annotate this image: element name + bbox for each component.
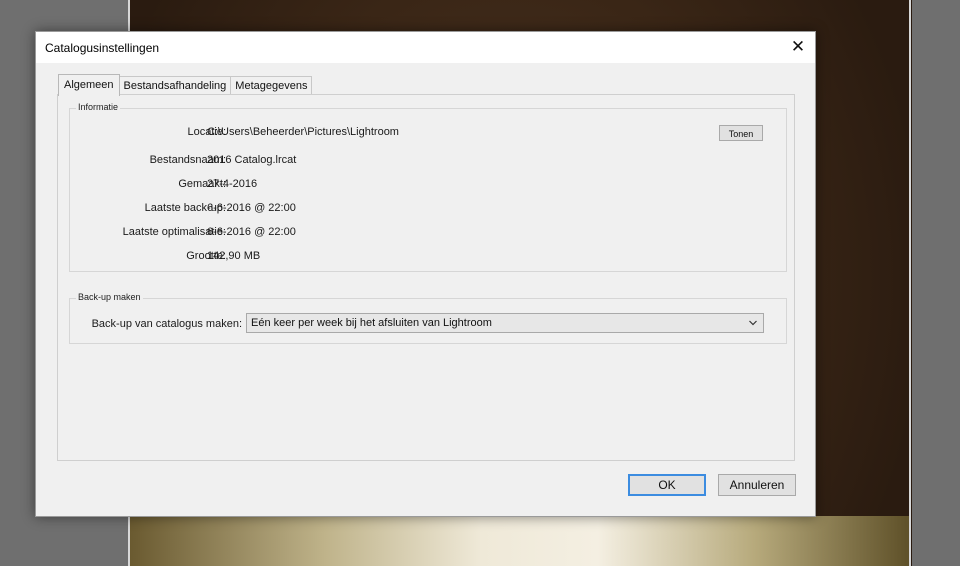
- backup-frequency-value: Eén keer per week bij het afsluiten van …: [251, 317, 492, 329]
- last-optimization-value: 6-6-2016 @ 22:00: [207, 226, 296, 238]
- chevron-down-icon: [749, 320, 757, 326]
- close-icon: ✕: [790, 37, 806, 56]
- dialog-titlebar: Catalogusinstellingen ✕: [36, 32, 815, 63]
- cancel-button[interactable]: Annuleren: [718, 474, 796, 496]
- location-value: C:\Users\Beheerder\Pictures\Lightroom: [207, 126, 399, 138]
- info-row-location: Locatie: C:\Users\Beheerder\Pictures\Lig…: [70, 125, 770, 139]
- backup-frequency-label: Back-up van catalogus maken:: [91, 318, 242, 330]
- info-row-created: Gemaakt: 27-4-2016: [70, 177, 770, 191]
- information-group-label: Informatie: [76, 102, 121, 112]
- tab-file-handling[interactable]: Bestandsafhandeling: [118, 76, 232, 95]
- info-row-filename: Bestandsnaam: 2016 Catalog.lrcat: [70, 153, 770, 167]
- photo-frame-right: [909, 0, 911, 566]
- tab-general[interactable]: Algemeen: [58, 74, 120, 96]
- dialog-title: Catalogusinstellingen: [45, 41, 160, 55]
- info-row-last-backup: Laatste back-up: 6-6-2016 @ 22:00: [70, 201, 770, 215]
- created-value: 27-4-2016: [207, 178, 258, 190]
- close-button[interactable]: ✕: [781, 32, 815, 62]
- last-backup-value: 6-6-2016 @ 22:00: [207, 202, 296, 214]
- ok-button[interactable]: OK: [628, 474, 706, 496]
- show-location-button[interactable]: Tonen: [719, 125, 763, 141]
- background-photo-bottom: [130, 516, 910, 566]
- catalog-settings-dialog: Catalogusinstellingen ✕ Algemeen Bestand…: [35, 31, 816, 517]
- backup-frequency-select[interactable]: Eén keer per week bij het afsluiten van …: [246, 313, 764, 333]
- tab-strip: Algemeen Bestandsafhandeling Metagegeven…: [58, 74, 313, 96]
- tab-metadata[interactable]: Metagegevens: [230, 76, 313, 95]
- size-value: 142,90 MB: [207, 250, 261, 262]
- backup-row: Back-up van catalogus maken:: [70, 317, 250, 331]
- info-row-size: Grootte: 142,90 MB: [70, 249, 770, 263]
- information-group: Informatie Locatie: C:\Users\Beheerder\P…: [69, 102, 787, 272]
- tab-panel-general: Informatie Locatie: C:\Users\Beheerder\P…: [57, 94, 795, 461]
- backup-group: Back-up maken Back-up van catalogus make…: [69, 292, 787, 344]
- filename-value: 2016 Catalog.lrcat: [207, 154, 297, 166]
- info-row-last-optimization: Laatste optimalisatie: 6-6-2016 @ 22:00: [70, 225, 770, 239]
- backup-group-label: Back-up maken: [76, 292, 143, 302]
